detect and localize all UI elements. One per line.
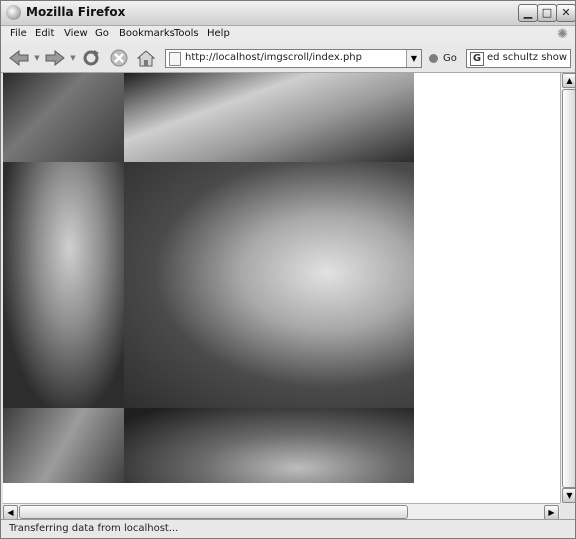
scroll-down-button[interactable]: ▼ bbox=[562, 488, 575, 503]
page-content bbox=[3, 73, 560, 503]
title-bar: Mozilla Firefox ▁ □ ✕ bbox=[1, 1, 575, 26]
scroll-up-button[interactable]: ▲ bbox=[562, 73, 575, 88]
stop-icon bbox=[110, 49, 128, 67]
scrollbar-corner bbox=[560, 503, 575, 519]
menu-view[interactable]: View bbox=[64, 28, 88, 39]
photo-top-left bbox=[3, 73, 124, 162]
search-input[interactable]: ed schultz show bbox=[487, 52, 567, 63]
back-dropdown-icon[interactable]: ▼ bbox=[33, 49, 41, 67]
horizontal-scrollbar[interactable]: ◀ ▶ bbox=[3, 503, 560, 520]
url-bar[interactable]: http://localhost/imgscroll/index.php ▼ bbox=[165, 49, 422, 68]
browser-window: Mozilla Firefox ▁ □ ✕ File Edit View Go … bbox=[0, 0, 576, 539]
reload-icon bbox=[83, 50, 99, 66]
photo-bottom-left bbox=[3, 408, 124, 483]
minimize-button[interactable]: ▁ bbox=[518, 4, 538, 22]
go-icon[interactable] bbox=[429, 54, 438, 63]
vertical-scrollbar[interactable]: ▲ ▼ bbox=[560, 73, 575, 503]
url-text[interactable]: http://localhost/imgscroll/index.php bbox=[185, 52, 362, 63]
menu-go[interactable]: Go bbox=[95, 28, 109, 39]
back-button[interactable] bbox=[7, 49, 31, 67]
home-button[interactable] bbox=[136, 49, 156, 67]
navigation-toolbar: ▼ ▼ http://localhost/imgscroll/index.php… bbox=[1, 44, 575, 73]
throbber-icon: ✺ bbox=[557, 27, 568, 42]
menu-bar: File Edit View Go Bookmarks Tools Help ✺ bbox=[1, 26, 575, 44]
menu-tools[interactable]: Tools bbox=[174, 28, 199, 39]
forward-dropdown-icon[interactable]: ▼ bbox=[69, 49, 77, 67]
back-icon bbox=[9, 49, 29, 67]
close-button[interactable]: ✕ bbox=[556, 4, 575, 22]
menu-help[interactable]: Help bbox=[207, 28, 230, 39]
photo-middle-left bbox=[3, 162, 124, 408]
maximize-button[interactable]: □ bbox=[537, 4, 557, 22]
url-dropdown-icon[interactable]: ▼ bbox=[406, 50, 421, 67]
horizontal-scroll-thumb[interactable] bbox=[19, 505, 408, 519]
search-box[interactable]: G ed schultz show bbox=[466, 49, 571, 68]
home-icon bbox=[136, 50, 156, 67]
stop-button[interactable] bbox=[109, 49, 129, 67]
forward-button[interactable] bbox=[43, 49, 67, 67]
menu-file[interactable]: File bbox=[10, 28, 27, 39]
scroll-right-button[interactable]: ▶ bbox=[544, 505, 559, 520]
status-bar: Transferring data from localhost... bbox=[1, 519, 575, 538]
menu-edit[interactable]: Edit bbox=[35, 28, 54, 39]
photo-top-right bbox=[124, 73, 414, 162]
vertical-scroll-thumb[interactable] bbox=[562, 89, 575, 488]
photo-middle-right bbox=[124, 162, 414, 408]
window-title: Mozilla Firefox bbox=[26, 5, 126, 19]
photo-bottom-right bbox=[124, 408, 414, 483]
menu-bookmarks[interactable]: Bookmarks bbox=[119, 28, 175, 39]
page-icon bbox=[169, 52, 181, 66]
status-text: Transferring data from localhost... bbox=[9, 523, 179, 534]
go-button[interactable]: Go bbox=[443, 53, 457, 64]
forward-icon bbox=[45, 49, 65, 67]
reload-button[interactable] bbox=[81, 49, 101, 67]
search-engine-icon[interactable]: G bbox=[470, 52, 484, 66]
scroll-left-button[interactable]: ◀ bbox=[3, 505, 18, 520]
firefox-icon bbox=[6, 5, 21, 20]
